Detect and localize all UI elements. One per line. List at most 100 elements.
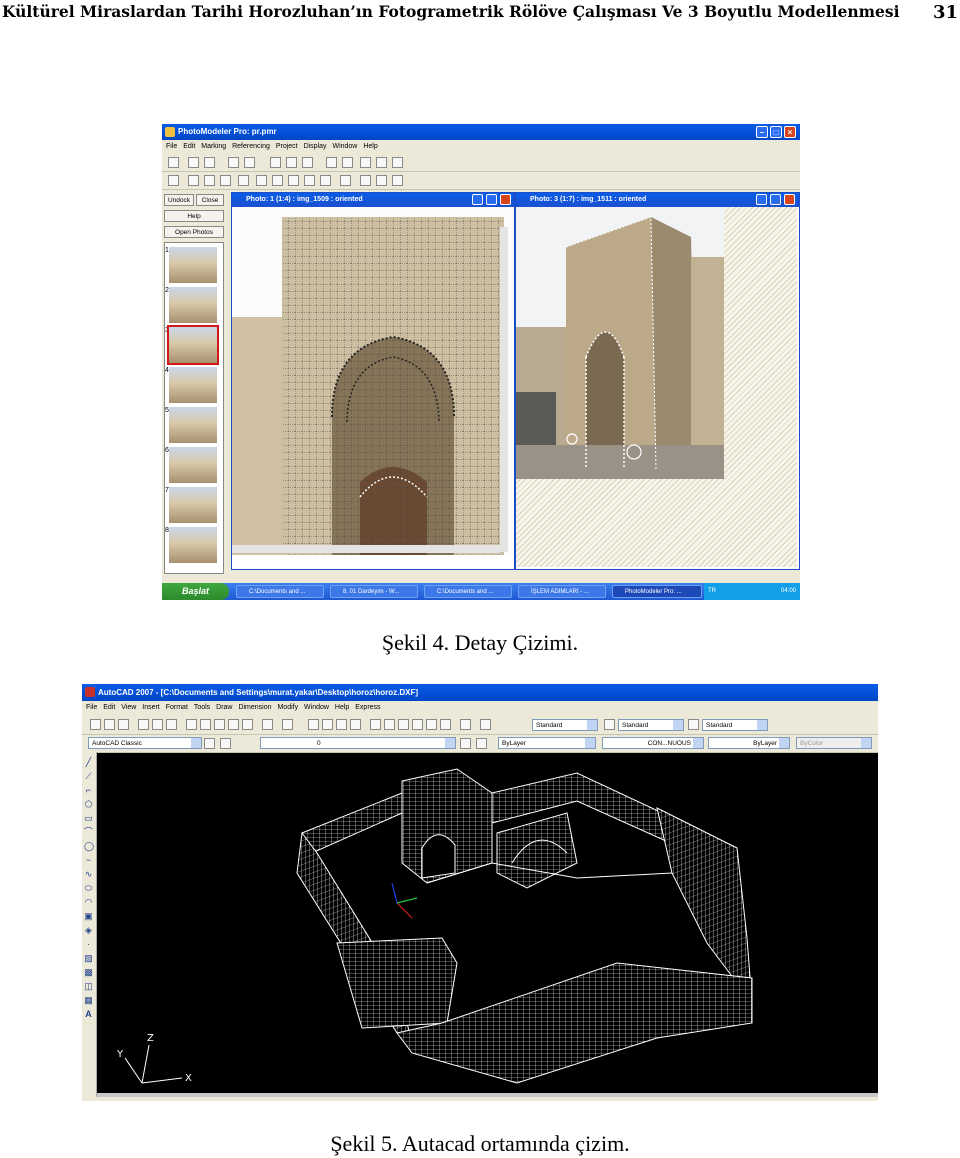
taskbar-item[interactable]: C:\Documents and ... <box>236 585 324 598</box>
zoom-window-icon[interactable] <box>336 719 347 730</box>
sheet-set-icon[interactable] <box>412 719 423 730</box>
open-icon[interactable] <box>188 157 199 168</box>
region-icon[interactable]: ◫ <box>84 982 93 991</box>
properties-icon[interactable] <box>370 719 381 730</box>
menu-help[interactable]: Help <box>335 701 349 715</box>
rectangle-icon[interactable]: ▭ <box>84 814 93 823</box>
publish-icon[interactable] <box>166 719 177 730</box>
construction-line-icon[interactable]: ⟋ <box>84 772 93 781</box>
open-photos-button[interactable]: Open Photos <box>164 226 224 238</box>
menu-marking[interactable]: Marking <box>201 140 226 153</box>
photo-icon[interactable] <box>270 157 281 168</box>
cylinder-icon[interactable] <box>304 175 315 186</box>
photo-thumbnail[interactable] <box>169 367 217 403</box>
photo-thumbnail[interactable] <box>169 247 217 283</box>
hatch-icon[interactable]: ▨ <box>84 954 93 963</box>
copy-icon[interactable] <box>200 719 211 730</box>
menu-edit[interactable]: Edit <box>183 140 195 153</box>
open-icon[interactable] <box>104 719 115 730</box>
workspace-select[interactable]: AutoCAD Classic <box>88 737 202 749</box>
new-icon[interactable] <box>168 157 179 168</box>
text-style-icon[interactable] <box>480 719 491 730</box>
photo2-close-button[interactable] <box>784 194 795 205</box>
line-icon[interactable]: ╱ <box>84 758 93 767</box>
dim-style-select[interactable]: Standard <box>618 719 684 731</box>
calculator-icon[interactable] <box>440 719 451 730</box>
insert-block-icon[interactable]: ▣ <box>84 912 93 921</box>
options-icon[interactable] <box>244 157 255 168</box>
start-button[interactable]: Başlat <box>162 583 229 600</box>
menu-insert[interactable]: Insert <box>142 701 160 715</box>
photo-thumbnail[interactable] <box>169 527 217 563</box>
ellipse-icon[interactable]: ⬭ <box>84 884 93 893</box>
dim-style-icon[interactable] <box>604 719 615 730</box>
photo1-maximize-button[interactable] <box>486 194 497 205</box>
surface-icon[interactable] <box>256 175 267 186</box>
photo2-maximize-button[interactable] <box>770 194 781 205</box>
menu-window[interactable]: Window <box>332 140 357 153</box>
markup-icon[interactable] <box>426 719 437 730</box>
corner-icon[interactable] <box>238 175 249 186</box>
photo1-close-button[interactable] <box>500 194 511 205</box>
plot-icon[interactable] <box>138 719 149 730</box>
make-current-icon[interactable] <box>476 738 487 749</box>
grid-icon[interactable] <box>286 157 297 168</box>
side-close-button[interactable]: Close <box>196 194 224 206</box>
ellipse-arc-icon[interactable]: ◠ <box>84 898 93 907</box>
pan-icon[interactable] <box>308 719 319 730</box>
qnew-icon[interactable] <box>90 719 101 730</box>
maximize-button[interactable]: □ <box>770 126 782 138</box>
menu-file[interactable]: File <box>166 140 177 153</box>
menu-project[interactable]: Project <box>276 140 298 153</box>
select-icon[interactable] <box>168 175 179 186</box>
mark-point-icon[interactable] <box>188 175 199 186</box>
lineweight-select[interactable]: ByLayer <box>708 737 790 749</box>
text-style-select[interactable]: Standard <box>532 719 598 731</box>
taskbar-item[interactable]: C:\Documents and ... <box>424 585 512 598</box>
path-icon[interactable] <box>320 175 331 186</box>
mark-line-icon[interactable] <box>204 175 215 186</box>
photo-thumbnail[interactable] <box>169 487 217 523</box>
menu-help[interactable]: Help <box>363 140 377 153</box>
spline-icon[interactable]: ∿ <box>84 870 93 879</box>
menu-express[interactable]: Express <box>355 701 380 715</box>
taskbar-item[interactable]: 8. 01 Dardeyim - W... <box>330 585 418 598</box>
menu-modify[interactable]: Modify <box>277 701 298 715</box>
language-indicator[interactable]: TR <box>708 583 716 600</box>
zoom-in-icon[interactable] <box>326 157 337 168</box>
edge-icon[interactable] <box>220 175 231 186</box>
close-button[interactable]: × <box>784 126 796 138</box>
pan-icon[interactable] <box>392 157 403 168</box>
photo-thumbnail-selected[interactable] <box>167 325 219 365</box>
design-center-icon[interactable] <box>384 719 395 730</box>
table-icon[interactable] <box>228 157 239 168</box>
zoom-fit-icon[interactable] <box>376 157 387 168</box>
menu-tools[interactable]: Tools <box>194 701 210 715</box>
menu-referencing[interactable]: Referencing <box>232 140 270 153</box>
menu-view[interactable]: View <box>121 701 136 715</box>
measure-icon[interactable] <box>360 175 371 186</box>
photo-window-1[interactable]: Photo: 1 (1:4) : img_1509 : oriented <box>231 192 515 570</box>
photo-thumbnail[interactable] <box>169 447 217 483</box>
menu-format[interactable]: Format <box>166 701 188 715</box>
paste-icon[interactable] <box>214 719 225 730</box>
zoom-previous-icon[interactable] <box>350 719 361 730</box>
reference-icon[interactable] <box>340 175 351 186</box>
menu-window[interactable]: Window <box>304 701 329 715</box>
zoom-realtime-icon[interactable] <box>322 719 333 730</box>
zoom-icon[interactable] <box>360 157 371 168</box>
menu-file[interactable]: File <box>86 701 97 715</box>
pen-icon[interactable] <box>288 175 299 186</box>
photo-thumbnail[interactable] <box>169 407 217 443</box>
menu-dimension[interactable]: Dimension <box>238 701 271 715</box>
plot-preview-icon[interactable] <box>152 719 163 730</box>
redo-icon[interactable] <box>282 719 293 730</box>
color-select[interactable]: ByLayer <box>498 737 596 749</box>
table-icon[interactable]: ▦ <box>84 996 93 1005</box>
layer-select[interactable]: 0 <box>260 737 456 749</box>
workspace-settings-icon[interactable] <box>204 738 215 749</box>
block-editor-icon[interactable] <box>242 719 253 730</box>
help-icon[interactable] <box>460 719 471 730</box>
curve-icon[interactable] <box>272 175 283 186</box>
zoom-out-icon[interactable] <box>342 157 353 168</box>
